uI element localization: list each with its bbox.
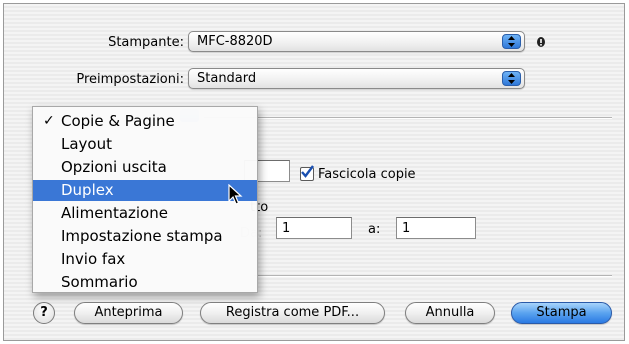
from-value: 1 [282,221,291,236]
menu-item-alimentazione[interactable]: Alimentazione [33,203,257,224]
separator-top [204,117,612,119]
print-button[interactable]: Stampa [511,302,612,324]
menu-item-label: Alimentazione [61,204,168,222]
menu-item-opzioni-uscita[interactable]: Opzioni uscita [33,157,257,178]
menu-item-label: Impostazione stampa [61,227,223,245]
popup-arrows-icon [502,34,521,49]
mouse-pointer-icon [228,184,243,205]
printer-value: MFC-8820D [197,34,273,49]
menu-item-layout[interactable]: Layout [33,134,257,155]
presets-popup[interactable]: Standard [188,68,525,89]
help-button[interactable]: ? [33,302,55,324]
menu-item-sommario[interactable]: Sommario [33,272,257,293]
menu-item-duplex[interactable]: Duplex [33,180,257,201]
to-value: 1 [402,221,411,236]
panel-menu: ✓ Copie & Pagine Layout Opzioni uscita D… [32,106,258,293]
menu-item-label: Copie & Pagine [61,112,175,130]
menu-item-impostazione-stampa[interactable]: Impostazione stampa [33,226,257,247]
menu-item-label: Opzioni uscita [61,158,167,176]
menu-item-label: Sommario [61,273,138,291]
menu-item-label: Layout [61,135,112,153]
separator-bottom [254,275,612,277]
menu-item-label: Duplex [61,181,114,199]
preview-button[interactable]: Anteprima [74,302,183,324]
checkmark-icon [301,165,314,178]
menu-item-copie-pagine[interactable]: ✓ Copie & Pagine [33,111,257,132]
save-as-pdf-button[interactable]: Registra come PDF... [200,302,385,324]
presets-value: Standard [197,71,257,86]
menu-item-invio-fax[interactable]: Invio fax [33,249,257,270]
print-dialog: Stampante: MFC-8820D Preimpostazioni: St… [3,3,625,341]
checkmark-icon: ✓ [43,113,55,129]
printer-popup[interactable]: MFC-8820D [188,31,525,52]
collate-label: Fascicola copie [318,167,416,182]
presets-label: Preimpostazioni: [76,72,184,87]
popup-arrows-icon [502,71,521,86]
menu-item-label: Invio fax [61,250,126,268]
cancel-button[interactable]: Annulla [405,302,495,324]
printer-label: Stampante: [108,35,184,50]
collate-checkbox[interactable] [300,165,314,181]
to-label: a: [368,222,381,237]
printer-status-icon [536,36,546,51]
to-field[interactable]: 1 [396,217,476,239]
from-field[interactable]: 1 [276,217,352,239]
